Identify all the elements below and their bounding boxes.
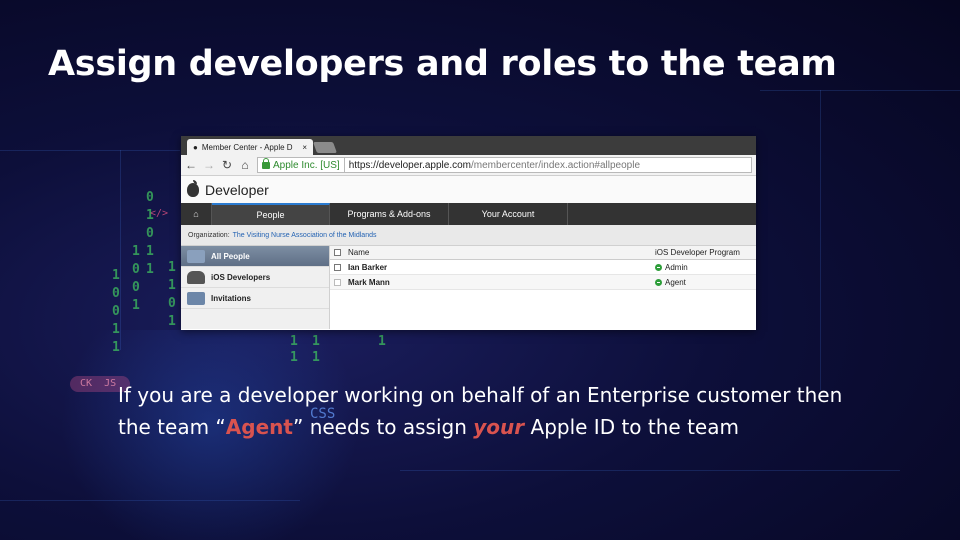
home-icon: ⌂ <box>193 209 199 219</box>
column-header-name[interactable]: Name <box>348 248 655 257</box>
nav-home[interactable]: ⌂ <box>181 203 212 225</box>
role-status-icon <box>655 278 662 286</box>
people-list-icon <box>187 249 205 263</box>
nav-people[interactable]: People <box>212 203 330 225</box>
body-line-1: If you are a developer working on behalf… <box>118 383 843 407</box>
column-header-program[interactable]: iOS Developer Program <box>655 248 740 257</box>
people-content: All People iOS Developers Invitations Na… <box>181 246 756 329</box>
org-label: Organization: <box>188 231 230 239</box>
select-all-checkbox[interactable] <box>334 249 341 256</box>
your-highlight: your <box>473 415 525 439</box>
table-row[interactable]: Ian Barker Admin <box>330 260 756 275</box>
tab-close-icon[interactable]: × <box>302 143 307 152</box>
sidebar-item-invitations[interactable]: Invitations <box>181 288 329 309</box>
sidebar-item-ios-developers[interactable]: iOS Developers <box>181 267 329 288</box>
home-icon[interactable]: ⌂ <box>239 158 251 172</box>
org-name-link[interactable]: The Visiting Nurse Association of the Mi… <box>233 232 377 239</box>
body-line-2-pre: the team “ <box>118 415 226 439</box>
row-checkbox[interactable] <box>334 263 341 271</box>
tab-title: Member Center - Apple D <box>201 142 293 152</box>
body-line-2-mid: ” needs to assign <box>292 415 474 439</box>
lock-icon <box>262 157 270 169</box>
body-line-2-post: Apple ID to the team <box>524 415 739 439</box>
ev-label: Apple Inc. [US] <box>273 159 340 171</box>
agent-highlight: Agent <box>225 415 293 439</box>
new-tab-button[interactable] <box>312 142 338 153</box>
role-label: Agent <box>665 277 686 287</box>
table-header: Name iOS Developer Program <box>330 246 756 260</box>
sidebar-item-all-people[interactable]: All People <box>181 246 329 267</box>
nav-account[interactable]: Your Account <box>449 203 568 225</box>
developer-header: Developer <box>181 176 756 203</box>
group-icon <box>187 270 205 284</box>
row-checkbox[interactable] <box>334 278 341 286</box>
browser-tab[interactable]: ● Member Center - Apple D × <box>187 139 313 155</box>
people-table: Name iOS Developer Program Ian Barker Ad… <box>330 246 756 329</box>
back-arrow-icon[interactable]: ← <box>185 158 197 172</box>
address-bar[interactable]: Apple Inc. [US] https://developer.apple.… <box>257 157 752 173</box>
sidebar-item-label: All People <box>211 251 250 261</box>
sidebar-item-label: Invitations <box>211 293 252 303</box>
url-path: /membercenter/index.action#allpeople <box>471 159 641 171</box>
organization-bar: Organization: The Visiting Nurse Associa… <box>181 225 756 246</box>
people-sidebar: All People iOS Developers Invitations <box>181 246 330 329</box>
apple-favicon-icon: ● <box>193 142 198 152</box>
role-cell: Agent <box>655 278 686 287</box>
url-host: https://developer.apple.com <box>348 159 472 171</box>
ev-certificate-badge[interactable]: Apple Inc. [US] <box>258 157 345 172</box>
forward-arrow-icon[interactable]: → <box>203 158 215 172</box>
person-name[interactable]: Mark Mann <box>348 278 655 287</box>
slide-title: Assign developers and roles to the team <box>48 44 837 84</box>
main-nav: ⌂ People Programs & Add-ons Your Account <box>181 203 756 225</box>
role-label: Admin <box>665 262 688 272</box>
table-row[interactable]: Mark Mann Agent <box>330 275 756 290</box>
slide-body-text: If you are a developer working on behalf… <box>118 379 918 443</box>
browser-screenshot: ● Member Center - Apple D × ← → ↻ ⌂ Appl… <box>181 136 756 330</box>
nav-programs[interactable]: Programs & Add-ons <box>330 203 449 225</box>
apple-logo-icon <box>187 179 199 197</box>
developer-brand: Developer <box>205 181 269 198</box>
reload-icon[interactable]: ↻ <box>221 158 233 172</box>
person-name[interactable]: Ian Barker <box>348 263 655 272</box>
sidebar-item-label: iOS Developers <box>211 272 271 282</box>
browser-toolbar: ← → ↻ ⌂ Apple Inc. [US] https://develope… <box>181 155 756 176</box>
body-line-2: the team “Agent” needs to assign your Ap… <box>118 411 918 443</box>
url-text: https://developer.apple.com/membercenter… <box>345 160 640 171</box>
invitation-icon <box>187 291 205 305</box>
role-cell: Admin <box>655 263 688 272</box>
browser-tab-strip: ● Member Center - Apple D × <box>181 136 756 155</box>
role-status-icon <box>655 263 662 271</box>
